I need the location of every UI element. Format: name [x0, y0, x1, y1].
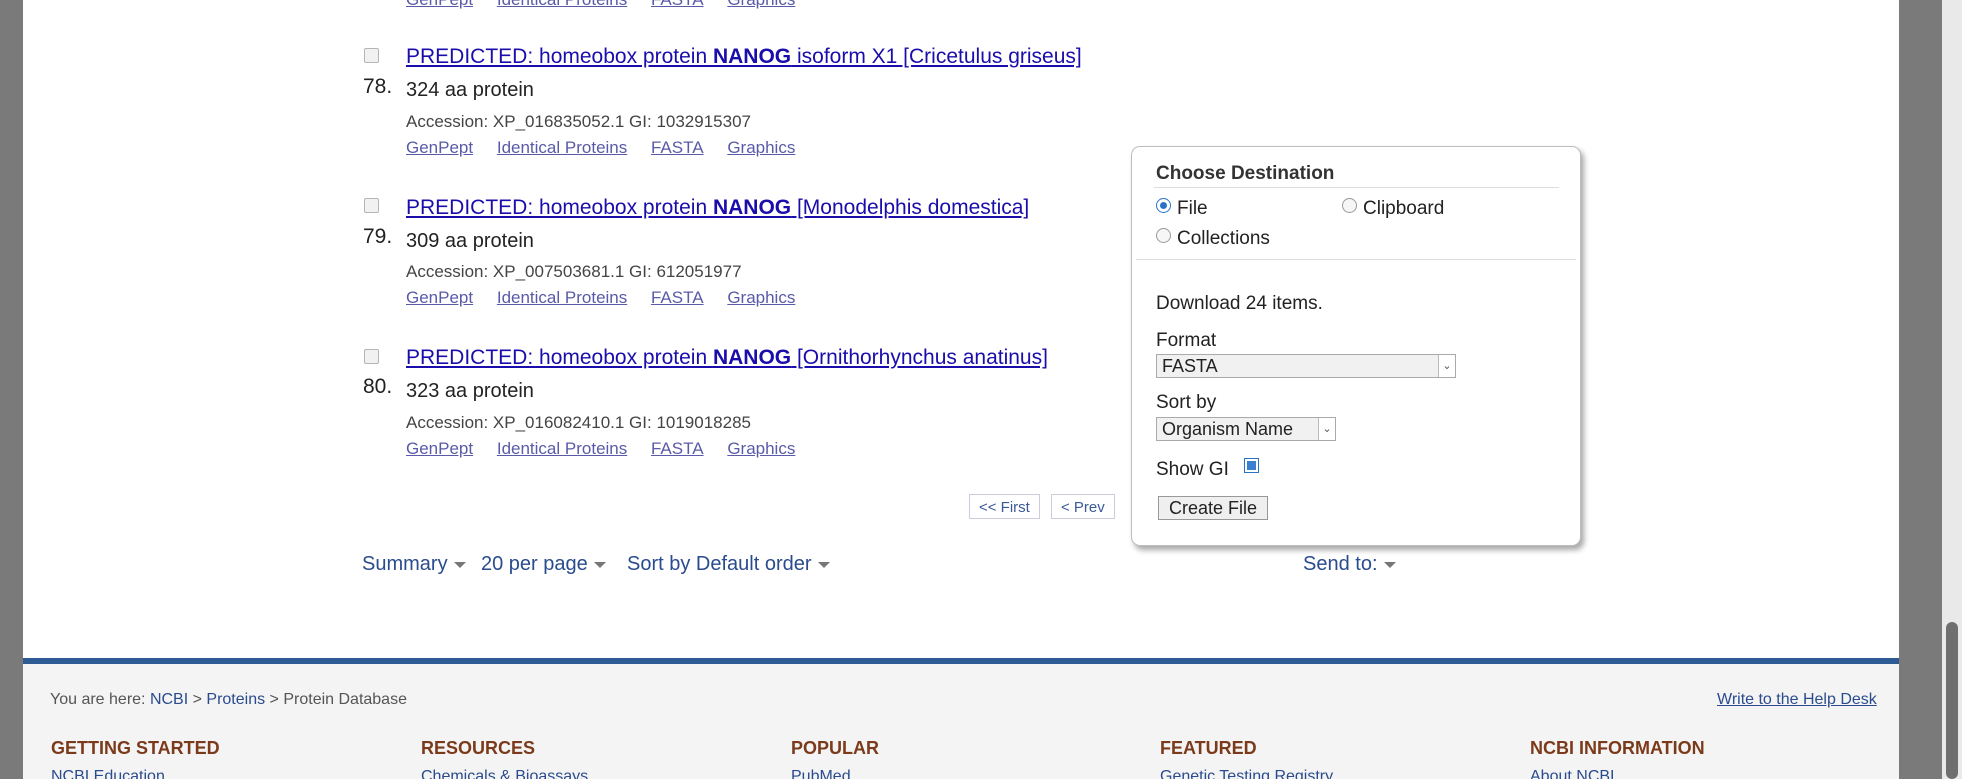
destination-collections-radio[interactable] [1156, 228, 1171, 243]
fasta-link[interactable]: FASTA [651, 439, 704, 458]
divider [1136, 259, 1576, 260]
result-number: 80. [363, 375, 393, 398]
result-accession: Accession: XP_007503681.1 GI: 612051977 [406, 262, 742, 281]
result-size: 323 aa protein [406, 380, 534, 402]
result-checkbox[interactable] [364, 349, 379, 364]
summary-dropdown[interactable]: Summary [362, 553, 466, 576]
destination-clipboard-radio[interactable] [1342, 198, 1357, 213]
chevron-down-icon: ⌄ [1438, 355, 1455, 377]
result-size: 309 aa protein [406, 230, 534, 252]
you-are-here-label: You are here: [50, 691, 146, 708]
breadcrumb: You are here: NCBI > Proteins > Protein … [50, 691, 407, 709]
download-count-text: Download 24 items. [1156, 293, 1323, 314]
destination-collections-label: Collections [1177, 228, 1270, 249]
sort-by-label: Sort by [1156, 392, 1217, 413]
show-gi-label: Show GI [1156, 459, 1229, 480]
footer-link[interactable]: About NCBI [1530, 768, 1614, 779]
send-to-dropdown[interactable]: Send to: [1303, 553, 1396, 576]
popup-title: Choose Destination [1156, 163, 1335, 184]
pager-first-button[interactable]: << First [969, 494, 1040, 519]
result-size: 324 aa protein [406, 79, 534, 101]
breadcrumb-proteins-link[interactable]: Proteins [206, 691, 265, 708]
chevron-down-icon [1383, 561, 1396, 568]
result-checkbox[interactable] [364, 198, 379, 213]
genpept-link[interactable]: GenPept [406, 288, 473, 307]
sort-order-dropdown[interactable]: Sort by Default order [627, 553, 830, 576]
fasta-link[interactable]: FASTA [651, 288, 704, 307]
partial-result-links: GenPept Identical Proteins FASTA Graphic… [406, 0, 814, 10]
chevron-down-icon [453, 561, 466, 568]
sort-by-select-value: Organism Name [1162, 419, 1294, 439]
chevron-down-icon [593, 561, 606, 568]
result-title-link[interactable]: PREDICTED: homeobox protein NANOG [Ornit… [406, 346, 1048, 370]
result-accession: Accession: XP_016082410.1 GI: 1019018285 [406, 413, 751, 432]
breadcrumb-separator: > [188, 691, 207, 708]
footer-heading-ncbi-information: NCBI INFORMATION [1530, 738, 1705, 758]
footer-heading-featured: FEATURED [1160, 738, 1257, 758]
send-to-popup: Choose Destination File Clipboard Collec… [1131, 146, 1581, 546]
footer-link[interactable]: NCBI Education [51, 768, 165, 779]
breadcrumb-ncbi-link[interactable]: NCBI [150, 691, 188, 708]
format-select-value: FASTA [1162, 356, 1218, 376]
footer-link[interactable]: Chemicals & Bioassays [421, 768, 588, 779]
chevron-down-icon [817, 561, 830, 568]
page-content: GenPept Identical Proteins FASTA Graphic… [23, 0, 1899, 779]
breadcrumb-separator: > [265, 691, 284, 708]
genpept-link[interactable]: GenPept [406, 138, 473, 157]
destination-file-radio[interactable] [1156, 198, 1171, 213]
identical-proteins-link[interactable]: Identical Proteins [497, 439, 627, 458]
footer-link[interactable]: Genetic Testing Registry [1160, 768, 1333, 779]
per-page-dropdown[interactable]: 20 per page [481, 553, 606, 576]
format-label: Format [1156, 330, 1217, 351]
result-links: GenPept Identical Proteins FASTA Graphic… [406, 439, 814, 459]
result-number: 79. [363, 225, 393, 248]
genpept-link[interactable]: GenPept [406, 439, 473, 458]
footer [23, 664, 1899, 779]
sort-order-label: Sort by Default order [627, 553, 812, 575]
scrollbar-thumb[interactable] [1946, 622, 1958, 779]
graphics-link[interactable]: Graphics [727, 0, 795, 9]
show-gi-checkbox[interactable] [1244, 458, 1259, 473]
identical-proteins-link[interactable]: Identical Proteins [497, 0, 627, 9]
graphics-link[interactable]: Graphics [727, 138, 795, 157]
result-checkbox[interactable] [364, 48, 379, 63]
summary-label: Summary [362, 553, 448, 575]
fasta-link[interactable]: FASTA [651, 0, 704, 9]
destination-clipboard-label: Clipboard [1363, 198, 1445, 219]
identical-proteins-link[interactable]: Identical Proteins [497, 138, 627, 157]
graphics-link[interactable]: Graphics [727, 288, 795, 307]
chevron-down-icon: ⌄ [1318, 418, 1335, 440]
breadcrumb-current: Protein Database [283, 691, 407, 708]
result-links: GenPept Identical Proteins FASTA Graphic… [406, 288, 814, 308]
identical-proteins-link[interactable]: Identical Proteins [497, 288, 627, 307]
footer-heading-getting-started: GETTING STARTED [51, 738, 220, 758]
per-page-label: 20 per page [481, 553, 588, 575]
footer-link[interactable]: PubMed [791, 768, 851, 779]
footer-heading-popular: POPULAR [791, 738, 880, 758]
divider [1154, 187, 1559, 188]
genpept-link[interactable]: GenPept [406, 0, 473, 9]
destination-file-label: File [1177, 198, 1208, 219]
format-select[interactable]: FASTA ⌄ [1156, 354, 1456, 378]
graphics-link[interactable]: Graphics [727, 439, 795, 458]
result-links: GenPept Identical Proteins FASTA Graphic… [406, 138, 814, 158]
footer-heading-resources: RESOURCES [421, 738, 536, 758]
send-to-label: Send to: [1303, 553, 1378, 575]
result-number: 78. [363, 75, 393, 98]
result-title-link[interactable]: PREDICTED: homeobox protein NANOG isofor… [406, 45, 1082, 69]
pager-prev-button[interactable]: < Prev [1051, 494, 1115, 519]
sort-by-select[interactable]: Organism Name ⌄ [1156, 417, 1336, 441]
help-desk-link[interactable]: Write to the Help Desk [1717, 691, 1877, 709]
result-accession: Accession: XP_016835052.1 GI: 1032915307 [406, 112, 751, 131]
result-title-link[interactable]: PREDICTED: homeobox protein NANOG [Monod… [406, 196, 1029, 220]
create-file-button[interactable]: Create File [1158, 496, 1269, 520]
fasta-link[interactable]: FASTA [651, 138, 704, 157]
